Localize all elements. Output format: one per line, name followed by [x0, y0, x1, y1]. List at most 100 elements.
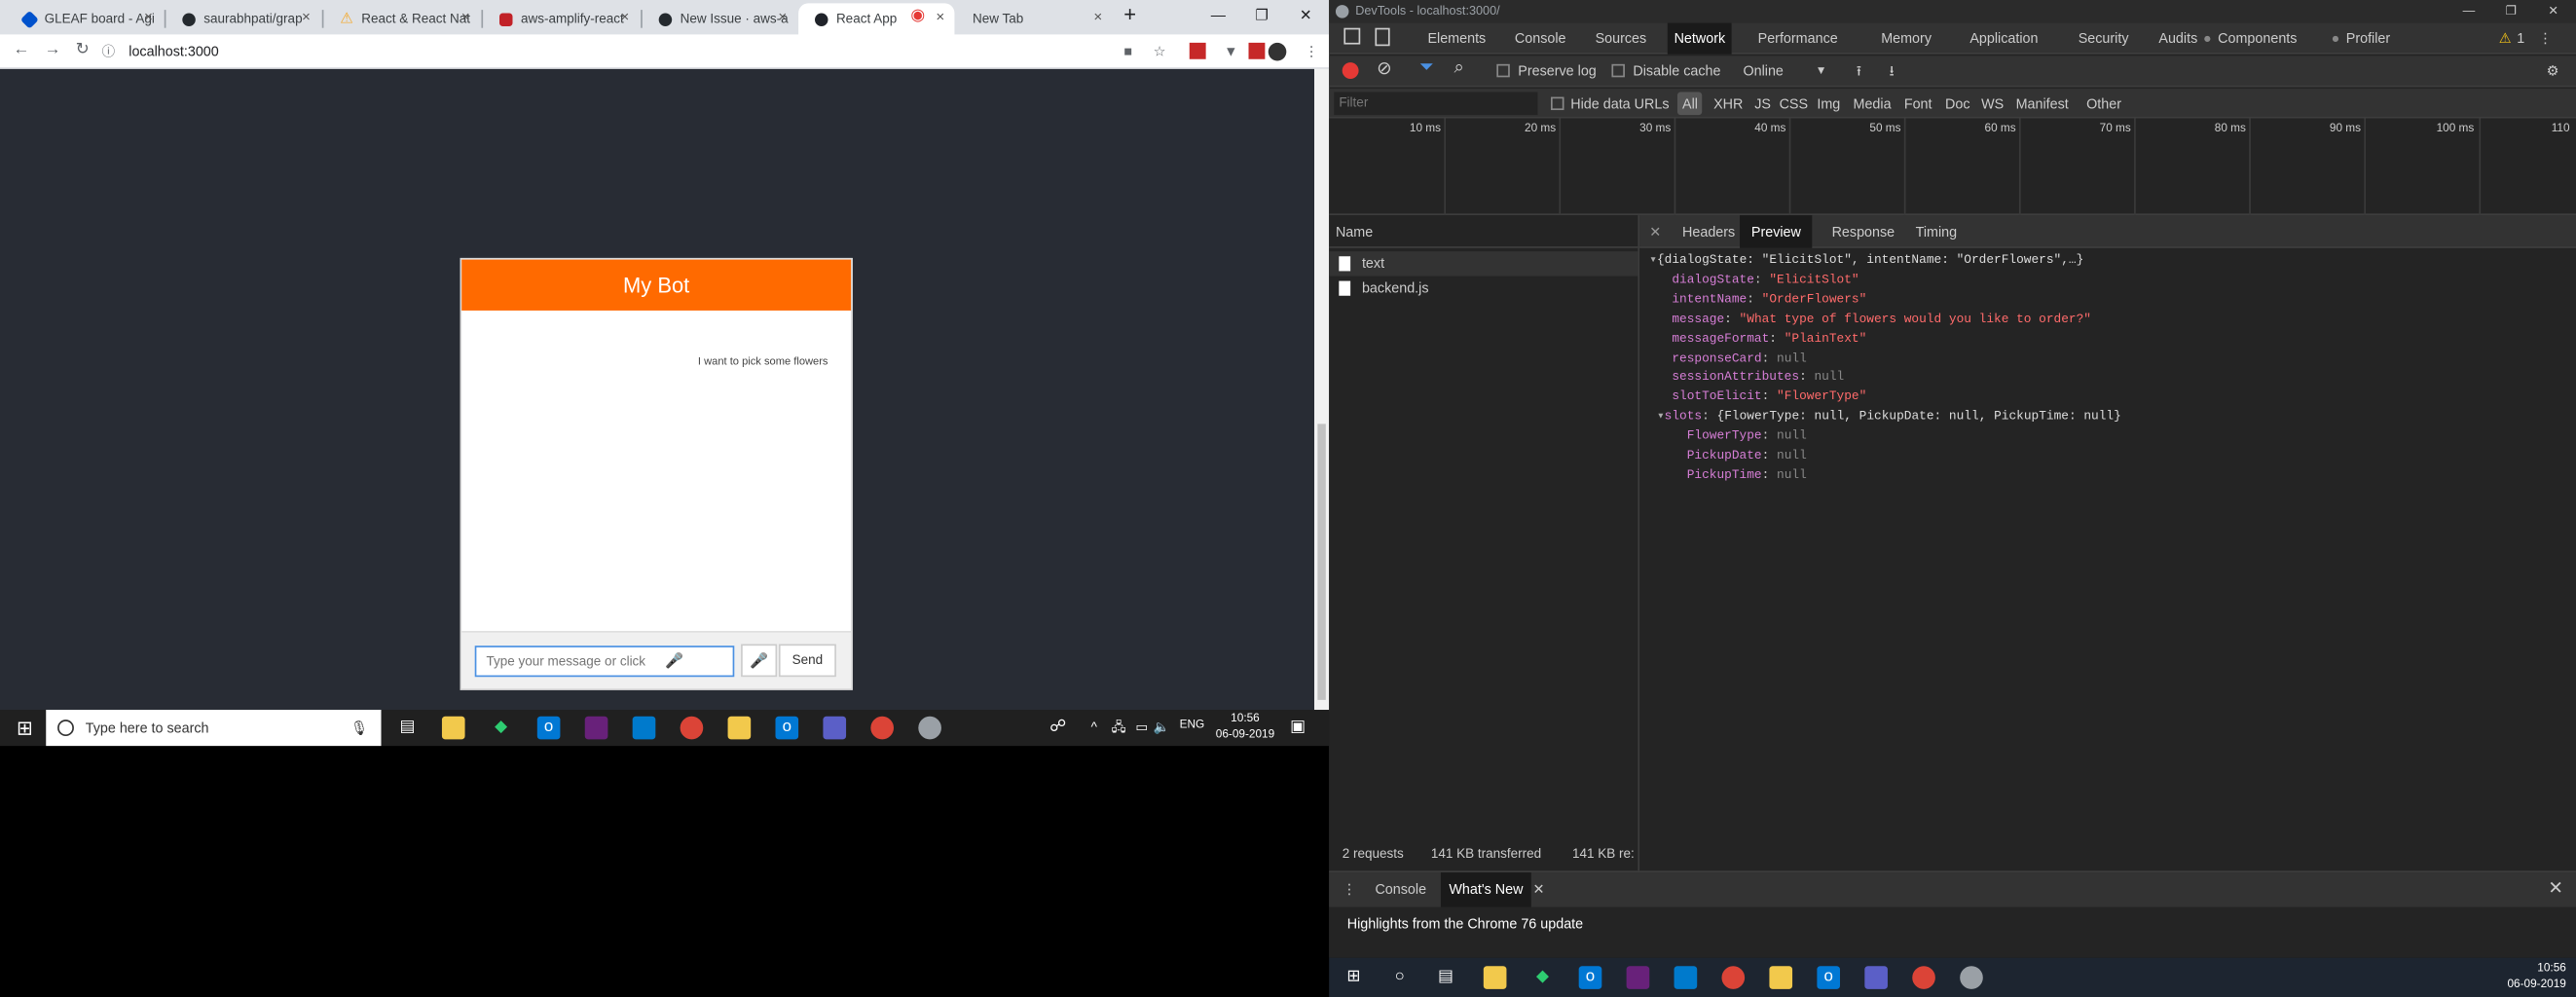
- tab-console[interactable]: Console: [1515, 23, 1566, 55]
- whats-new-headline[interactable]: Highlights from the Chrome 76 update: [1347, 915, 1583, 932]
- tab-close-icon[interactable]: ×: [302, 8, 311, 24]
- microphone-button[interactable]: 🎤: [741, 644, 778, 678]
- inspect-icon[interactable]: [1343, 27, 1361, 45]
- tab-close-icon[interactable]: ×: [461, 8, 470, 24]
- tab-preview[interactable]: Preview: [1740, 215, 1813, 248]
- network-icon[interactable]: 🖧: [1107, 717, 1130, 740]
- minimize-icon[interactable]: —: [1211, 7, 1226, 23]
- device-toolbar-icon[interactable]: [1375, 27, 1390, 47]
- drawer-menu-icon[interactable]: ⋮: [1343, 872, 1356, 906]
- warning-count[interactable]: 1: [2517, 23, 2524, 55]
- close-window-icon[interactable]: ✕: [1300, 7, 1312, 25]
- app-icon[interactable]: [727, 716, 752, 740]
- app-icon[interactable]: [1769, 966, 1793, 989]
- tab-sources[interactable]: Sources: [1596, 23, 1647, 55]
- record-icon[interactable]: [1342, 62, 1359, 79]
- chevron-down-icon[interactable]: ▼: [1816, 55, 1827, 87]
- task-view-icon[interactable]: ▤: [396, 717, 420, 740]
- outlook-icon[interactable]: o: [775, 716, 799, 740]
- preserve-log-checkbox[interactable]: [1496, 63, 1510, 78]
- throttle-select[interactable]: Online: [1743, 55, 1783, 87]
- visual-studio-icon[interactable]: [1626, 966, 1650, 989]
- outlook-icon[interactable]: o: [536, 716, 561, 740]
- warning-icon[interactable]: ⚠: [2499, 23, 2512, 55]
- filter-xhr[interactable]: XHR: [1713, 89, 1743, 118]
- download-icon[interactable]: ⭳: [1890, 55, 1895, 87]
- restore-icon[interactable]: ❐: [2505, 0, 2516, 23]
- filter-ws[interactable]: WS: [1981, 89, 2004, 118]
- close-drawer-icon[interactable]: ✕: [2548, 872, 2563, 906]
- cortana-icon[interactable]: ○: [1388, 966, 1412, 989]
- tab-profiler[interactable]: Profiler: [2346, 23, 2390, 55]
- reload-icon[interactable]: ↻: [76, 41, 90, 59]
- tab-network[interactable]: Network: [1667, 22, 1732, 55]
- name-column-header[interactable]: Name: [1329, 215, 1638, 248]
- filter-manifest[interactable]: Manifest: [2016, 89, 2069, 118]
- filter-font[interactable]: Font: [1904, 89, 1932, 118]
- close-icon[interactable]: ✕: [1532, 872, 1544, 906]
- back-icon[interactable]: ←: [14, 41, 30, 59]
- tab-response[interactable]: Response: [1832, 215, 1895, 248]
- app-icon[interactable]: [1960, 966, 1983, 989]
- tab-audits[interactable]: Audits: [2158, 23, 2197, 55]
- file-explorer-icon[interactable]: [441, 716, 465, 740]
- windows-start-icon[interactable]: ⊞: [1343, 966, 1366, 989]
- clear-icon[interactable]: ⊘: [1377, 57, 1392, 79]
- disable-cache-checkbox[interactable]: [1611, 63, 1625, 78]
- json-summary[interactable]: {dialogState: "ElicitSlot", intentName: …: [1657, 255, 2083, 269]
- app-icon[interactable]: ◆: [490, 717, 513, 740]
- tab-close-icon[interactable]: ×: [144, 8, 153, 24]
- request-row[interactable]: text: [1329, 251, 1638, 277]
- vscode-icon[interactable]: [632, 716, 656, 740]
- browser-tab[interactable]: saurabhpati/grap ×: [166, 3, 320, 34]
- hide-data-urls-checkbox[interactable]: [1551, 96, 1564, 111]
- menu-icon[interactable]: ⋮: [1305, 38, 1318, 66]
- app-icon[interactable]: ◆: [1531, 966, 1555, 989]
- tab-application[interactable]: Application: [1969, 23, 2038, 55]
- tab-components[interactable]: Components: [2218, 23, 2297, 55]
- tab-performance[interactable]: Performance: [1758, 23, 1838, 55]
- chrome-icon[interactable]: [1912, 966, 1935, 989]
- message-input[interactable]: Type your message or click 🎤: [474, 646, 735, 678]
- filter-doc[interactable]: Doc: [1945, 89, 1970, 118]
- drawer-tab-whats-new[interactable]: What's New: [1440, 872, 1531, 907]
- scrollbar-thumb[interactable]: [1317, 424, 1326, 700]
- tab-security[interactable]: Security: [2079, 23, 2129, 55]
- visual-studio-icon[interactable]: [584, 716, 608, 740]
- tab-close-icon[interactable]: ×: [620, 8, 629, 24]
- restore-icon[interactable]: ❐: [1255, 7, 1269, 25]
- drawer-tab-console[interactable]: Console: [1375, 872, 1426, 906]
- notifications-icon[interactable]: ▣: [1286, 717, 1309, 740]
- chrome-icon[interactable]: [1721, 966, 1746, 989]
- filter-media[interactable]: Media: [1854, 89, 1892, 118]
- close-window-icon[interactable]: ✕: [2548, 0, 2558, 23]
- chevron-up-icon[interactable]: ^: [1083, 717, 1106, 740]
- filter-css[interactable]: CSS: [1780, 89, 1809, 118]
- network-timeline[interactable]: 10 ms 20 ms 30 ms 40 ms 50 ms 60 ms 70 m…: [1329, 118, 2576, 216]
- taskbar-search[interactable]: Type here to search 🎙: [46, 710, 382, 747]
- filter-js[interactable]: JS: [1754, 89, 1771, 118]
- filter-other[interactable]: Other: [2086, 89, 2121, 118]
- filter-all[interactable]: All: [1676, 92, 1704, 116]
- file-explorer-icon[interactable]: [1483, 966, 1507, 989]
- browser-tab[interactable]: aws-amplify-react ×: [483, 3, 639, 34]
- tab-close-icon[interactable]: ×: [936, 8, 944, 24]
- people-icon[interactable]: ☍: [1047, 717, 1070, 740]
- outlook-icon[interactable]: o: [1817, 966, 1840, 989]
- request-row[interactable]: backend.js: [1329, 277, 1638, 301]
- filter-icon[interactable]: ⏷: [1419, 57, 1434, 79]
- minimize-icon[interactable]: —: [2463, 0, 2476, 23]
- extension-icon[interactable]: [1248, 42, 1266, 59]
- new-tab-button[interactable]: +: [1123, 2, 1136, 26]
- windows-start-icon[interactable]: ⊞: [14, 717, 37, 740]
- extension-icon[interactable]: ▼: [1224, 38, 1237, 66]
- language-indicator[interactable]: ENG: [1180, 720, 1205, 731]
- upload-icon[interactable]: ⭱: [1857, 55, 1861, 87]
- tab-memory[interactable]: Memory: [1881, 23, 1932, 55]
- tab-timing[interactable]: Timing: [1916, 215, 1958, 248]
- gear-icon[interactable]: ⚙: [2547, 55, 2559, 87]
- camera-icon[interactable]: ■: [1123, 38, 1132, 66]
- teams-icon[interactable]: [823, 716, 847, 740]
- tab-headers[interactable]: Headers: [1682, 215, 1735, 248]
- browser-tab[interactable]: New Issue · aws-a ×: [643, 3, 797, 34]
